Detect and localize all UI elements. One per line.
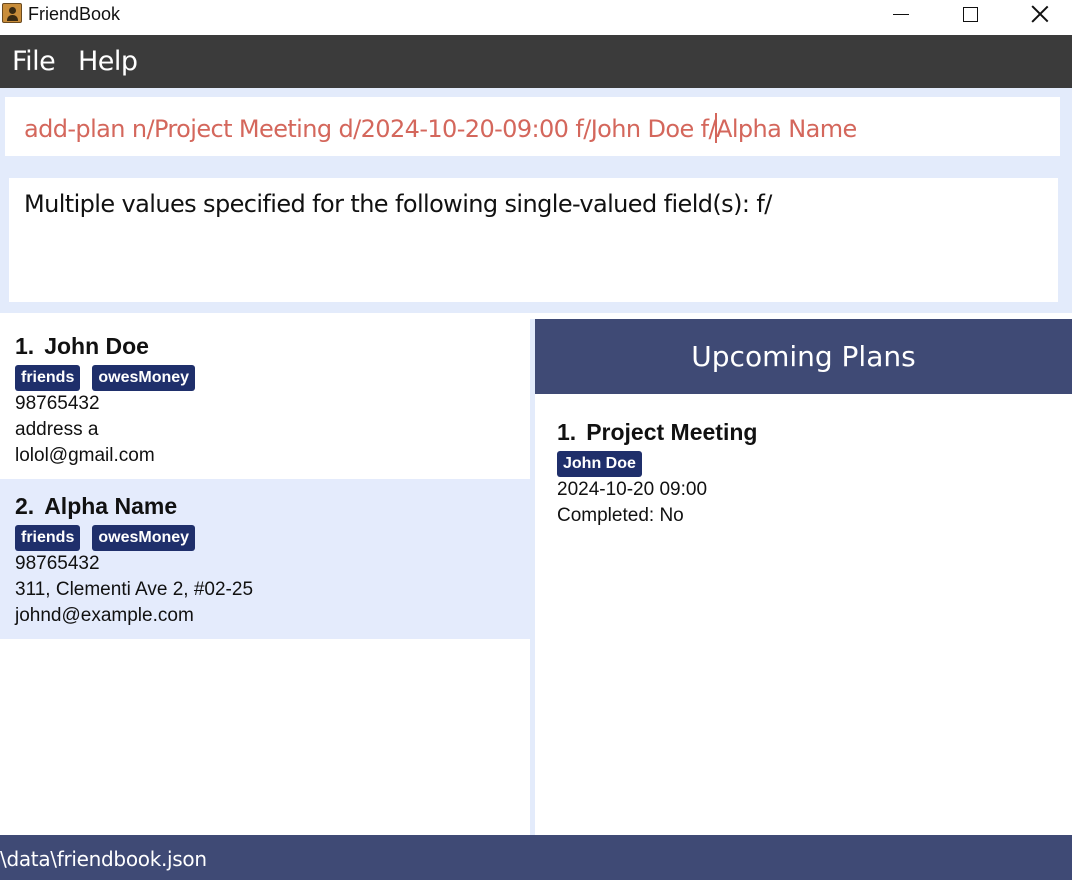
close-button[interactable] xyxy=(1005,0,1072,28)
menu-file[interactable]: File xyxy=(12,46,56,77)
person-address: address a xyxy=(15,419,99,440)
person-phone: 98765432 xyxy=(15,553,100,574)
person-email: johnd@example.com xyxy=(15,605,194,626)
person-list[interactable]: 1. John Doe friends owesMoney 98765432 ad… xyxy=(0,319,530,835)
person-email: lolol@gmail.com xyxy=(15,445,155,466)
plan-title-text: Project Meeting xyxy=(586,419,758,445)
tag-badge: friends xyxy=(15,365,81,391)
result-message: Multiple values specified for the follow… xyxy=(24,190,772,218)
person-name: 1. John Doe xyxy=(15,333,530,365)
plan-friends: John Doe xyxy=(557,451,757,477)
status-bar: \data\friendbook.json xyxy=(0,835,1072,880)
plan-title: 1. Project Meeting xyxy=(557,419,757,451)
plans-panel: Upcoming Plans 1. Project Meeting John Do… xyxy=(535,319,1072,835)
command-text-after-caret: Alpha Name xyxy=(716,115,857,143)
maximize-icon xyxy=(962,6,978,22)
person-card[interactable]: 2. Alpha Name friends owesMoney 98765432 … xyxy=(0,479,530,639)
person-card[interactable]: 1. John Doe friends owesMoney 98765432 ad… xyxy=(0,319,530,479)
tag-badge: owesMoney xyxy=(92,365,196,391)
person-tags: friends owesMoney xyxy=(15,365,530,391)
person-name-text: John Doe xyxy=(44,333,149,359)
plan-status: Completed: No xyxy=(557,505,684,526)
tag-badge: owesMoney xyxy=(92,525,196,551)
command-input[interactable]: add-plan n/Project Meeting d/2024-10-20-… xyxy=(5,97,1060,156)
close-icon xyxy=(1031,5,1049,23)
command-box-container: add-plan n/Project Meeting d/2024-10-20-… xyxy=(0,88,1072,166)
tag-badge: friends xyxy=(15,525,81,551)
plan-datetime: 2024-10-20 09:00 xyxy=(557,479,708,500)
plan-index: 1. xyxy=(557,419,577,445)
command-text-before-caret: add-plan n/Project Meeting d/2024-10-20-… xyxy=(24,115,717,143)
person-index: 1. xyxy=(15,333,35,359)
title-bar: FriendBook xyxy=(0,0,1072,35)
status-file-path: \data\friendbook.json xyxy=(0,847,207,871)
minimize-icon xyxy=(893,13,909,15)
result-display[interactable]: Multiple values specified for the follow… xyxy=(9,178,1058,302)
maximize-button[interactable] xyxy=(935,0,1005,28)
plan-friend-badge: John Doe xyxy=(557,451,642,477)
menu-help[interactable]: Help xyxy=(78,46,138,77)
app-icon xyxy=(2,3,22,23)
plan-card[interactable]: 1. Project Meeting John Doe 2024-10-20 09… xyxy=(557,419,757,529)
minimize-button[interactable] xyxy=(866,0,936,28)
person-phone: 98765432 xyxy=(15,393,100,414)
command-text: add-plan n/Project Meeting d/2024-10-20-… xyxy=(24,113,857,143)
person-name-text: Alpha Name xyxy=(44,493,178,519)
window-title: FriendBook xyxy=(28,4,121,24)
person-index: 2. xyxy=(15,493,35,519)
plans-header: Upcoming Plans xyxy=(535,319,1072,394)
person-name: 2. Alpha Name xyxy=(15,493,530,525)
person-tags: friends owesMoney xyxy=(15,525,530,551)
person-address: 311, Clementi Ave 2, #02-25 xyxy=(15,579,254,600)
menu-bar: File Help xyxy=(0,35,1072,88)
result-display-container: Multiple values specified for the follow… xyxy=(0,166,1072,313)
